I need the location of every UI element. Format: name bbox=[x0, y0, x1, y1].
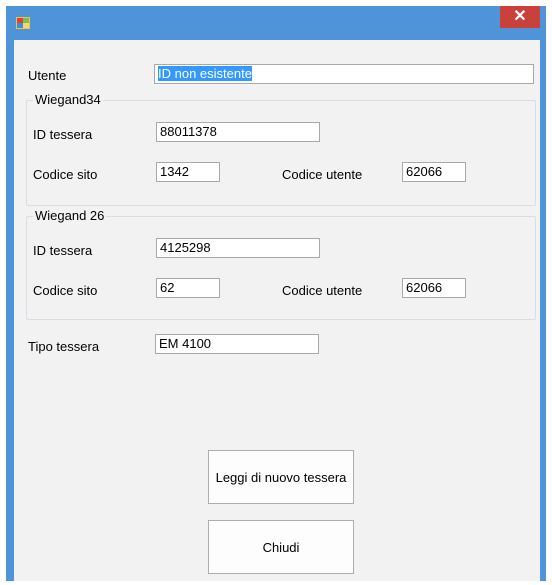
w26-card-id-field[interactable]: 4125298 bbox=[156, 238, 320, 258]
wiegand26-group: Wiegand 26 ID tessera 4125298 Codice sit… bbox=[26, 208, 536, 320]
read-again-button[interactable]: Leggi di nuovo tessera bbox=[208, 450, 354, 504]
wiegand26-group-title: Wiegand 26 bbox=[33, 208, 107, 223]
user-field-value: ID non esistente bbox=[158, 66, 252, 81]
wiegand34-group-title: Wiegand34 bbox=[33, 92, 103, 107]
w26-user-code-label: Codice utente bbox=[282, 283, 363, 298]
close-icon: ✕ bbox=[513, 8, 527, 25]
w26-site-code-label: Codice sito bbox=[33, 283, 98, 298]
form-client-area: Utente ID non esistente Wiegand34 ID tes… bbox=[14, 40, 540, 581]
w34-card-id-label: ID tessera bbox=[33, 127, 93, 142]
w26-user-code-field[interactable]: 62066 bbox=[402, 278, 466, 298]
user-field[interactable]: ID non esistente bbox=[154, 64, 534, 84]
w26-card-id-label: ID tessera bbox=[33, 243, 93, 258]
wiegand34-group: Wiegand34 ID tessera 88011378 Codice sit… bbox=[26, 92, 536, 206]
w34-site-code-field[interactable]: 1342 bbox=[156, 162, 220, 182]
w34-site-code-label: Codice sito bbox=[33, 167, 98, 182]
w34-user-code-label: Codice utente bbox=[282, 167, 363, 182]
w26-site-code-field[interactable]: 62 bbox=[156, 278, 220, 298]
card-type-field[interactable]: EM 4100 bbox=[155, 334, 319, 354]
user-label: Utente bbox=[28, 68, 67, 83]
close-button-label: Chiudi bbox=[262, 539, 300, 555]
title-bar[interactable]: ✕ bbox=[6, 6, 546, 40]
card-type-label: Tipo tessera bbox=[28, 339, 100, 354]
w34-card-id-field[interactable]: 88011378 bbox=[156, 122, 320, 142]
close-button[interactable]: Chiudi bbox=[208, 520, 354, 574]
app-icon bbox=[16, 17, 30, 29]
app-window: ✕ Utente ID non esistente Wiegand34 ID t… bbox=[6, 6, 546, 581]
w34-user-code-field[interactable]: 62066 bbox=[402, 162, 466, 182]
read-again-button-label: Leggi di nuovo tessera bbox=[215, 469, 347, 485]
close-window-button[interactable]: ✕ bbox=[500, 6, 540, 28]
